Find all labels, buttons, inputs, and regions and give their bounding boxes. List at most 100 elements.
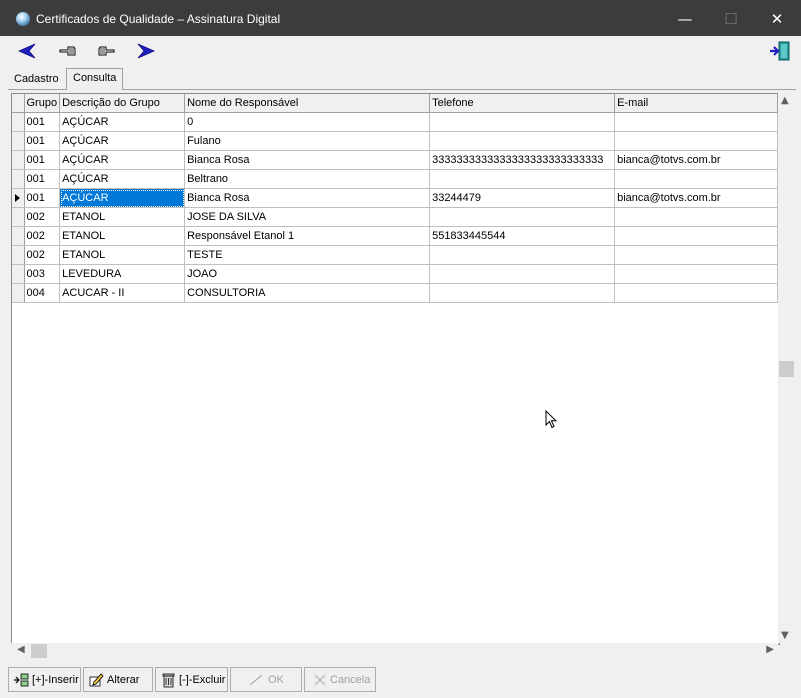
inserir-button[interactable]: [+]-Inserir (8, 667, 81, 692)
column-header-responsavel[interactable]: Nome do Responsável (184, 94, 431, 113)
back-arrow-icon[interactable] (17, 41, 39, 61)
scroll-down-icon[interactable]: ▼ (781, 630, 789, 641)
scroll-up-icon[interactable]: ▲ (781, 95, 789, 106)
tab-cadastro[interactable]: Cadastro (8, 70, 65, 89)
cell-telefone[interactable] (429, 131, 616, 151)
cell-responsavel[interactable]: Fulano (184, 131, 431, 151)
row-indicator[interactable] (12, 264, 25, 284)
cell-grupo[interactable]: 001 (24, 150, 61, 170)
cell-telefone[interactable]: 551833445544 (429, 226, 616, 246)
cell-descricao[interactable]: ETANOL (59, 226, 186, 246)
table-row[interactable]: 001 AÇÚCAR Fulano (12, 131, 779, 151)
tab-consulta[interactable]: Consulta (66, 68, 124, 90)
table-row[interactable]: 004 ACUCAR - II CONSULTORIA (12, 283, 779, 303)
cell-telefone[interactable] (429, 207, 616, 227)
table-row[interactable]: 002 ETANOL Responsável Etanol 1 55183344… (12, 226, 779, 246)
vertical-scrollbar[interactable]: ▲ ▼ (778, 93, 795, 643)
cell-responsavel[interactable]: Beltrano (184, 169, 431, 189)
scroll-right-icon[interactable]: ▶ (766, 644, 774, 655)
alterar-button[interactable]: Alterar (83, 667, 153, 692)
cell-telefone[interactable] (429, 112, 616, 132)
horizontal-scroll-thumb[interactable] (31, 644, 47, 658)
cell-descricao[interactable]: AÇÚCAR (59, 169, 186, 189)
row-indicator[interactable] (12, 150, 25, 170)
cell-responsavel[interactable]: Responsável Etanol 1 (184, 226, 431, 246)
cell-grupo[interactable]: 004 (24, 283, 61, 303)
point-right-hand-icon[interactable] (95, 41, 117, 61)
table-row-selected[interactable]: 001 AÇÚCAR Bianca Rosa 33244479 bianca@t… (12, 188, 779, 208)
cell-grupo[interactable]: 002 (24, 207, 61, 227)
table-row[interactable]: 003 LEVEDURA JOAO (12, 264, 779, 284)
cell-responsavel[interactable]: JOSE DA SILVA (184, 207, 431, 227)
cell-email[interactable] (614, 112, 779, 132)
cell-grupo[interactable]: 003 (24, 264, 61, 284)
cell-descricao[interactable]: AÇÚCAR (59, 131, 186, 151)
cell-descricao[interactable]: ETANOL (59, 245, 186, 265)
cell-descricao[interactable]: ACUCAR - II (59, 283, 186, 303)
cell-descricao[interactable]: ETANOL (59, 207, 186, 227)
cell-responsavel[interactable]: 0 (184, 112, 431, 132)
row-indicator[interactable] (12, 169, 25, 189)
table-row[interactable]: 002 ETANOL JOSE DA SILVA (12, 207, 779, 227)
cell-email[interactable] (614, 207, 779, 227)
cell-descricao-selected[interactable]: AÇÚCAR (59, 188, 186, 208)
column-header-descricao[interactable]: Descrição do Grupo (59, 94, 186, 113)
cell-descricao[interactable]: AÇÚCAR (59, 150, 186, 170)
cell-email[interactable] (614, 283, 779, 303)
table-row[interactable]: 001 AÇÚCAR Beltrano (12, 169, 779, 189)
vertical-scroll-thumb[interactable] (779, 361, 794, 377)
cell-email[interactable]: bianca@totvs.com.br (614, 150, 779, 170)
cell-telefone[interactable] (429, 283, 616, 303)
maximize-button[interactable]: ☐ (708, 6, 754, 32)
cell-email[interactable] (614, 169, 779, 189)
minimize-button[interactable]: — (662, 6, 708, 32)
cell-grupo[interactable]: 002 (24, 245, 61, 265)
cell-grupo[interactable]: 002 (24, 226, 61, 246)
cell-email[interactable] (614, 226, 779, 246)
column-header-grupo[interactable]: Grupo (24, 94, 61, 113)
cell-responsavel[interactable]: Bianca Rosa (184, 188, 431, 208)
cell-grupo[interactable]: 001 (24, 131, 61, 151)
column-header-email[interactable]: E-mail (614, 94, 779, 113)
row-indicator[interactable] (12, 226, 25, 246)
table-row[interactable]: 002 ETANOL TESTE (12, 245, 779, 265)
cell-telefone[interactable] (429, 169, 616, 189)
cell-grupo[interactable]: 001 (24, 188, 61, 208)
cell-telefone[interactable]: 33244479 (429, 188, 616, 208)
cell-telefone[interactable] (429, 245, 616, 265)
forward-arrow-icon[interactable] (134, 41, 156, 61)
cell-telefone[interactable]: 3333333333333333333333333333 (429, 150, 616, 170)
table-row[interactable]: 001 AÇÚCAR Bianca Rosa 33333333333333333… (12, 150, 779, 170)
ok-button[interactable]: OK (230, 667, 302, 692)
row-indicator[interactable] (12, 283, 25, 303)
cell-grupo[interactable]: 001 (24, 112, 61, 132)
cell-grupo[interactable]: 001 (24, 169, 61, 189)
column-header-telefone[interactable]: Telefone (429, 94, 616, 113)
row-indicator[interactable] (12, 207, 25, 227)
row-indicator[interactable] (12, 131, 25, 151)
cell-responsavel[interactable]: JOAO (184, 264, 431, 284)
cancela-button[interactable]: Cancela (304, 667, 376, 692)
window-title: Certificados de Qualidade – Assinatura D… (36, 12, 281, 26)
row-indicator[interactable] (12, 112, 25, 132)
exit-door-icon[interactable] (768, 41, 792, 61)
point-left-hand-icon[interactable] (57, 41, 79, 61)
cell-email[interactable] (614, 264, 779, 284)
cell-email[interactable]: bianca@totvs.com.br (614, 188, 779, 208)
scroll-left-icon[interactable]: ◀ (17, 644, 25, 655)
cell-email[interactable] (614, 131, 779, 151)
cell-responsavel[interactable]: TESTE (184, 245, 431, 265)
cell-responsavel[interactable]: CONSULTORIA (184, 283, 431, 303)
cell-descricao[interactable]: LEVEDURA (59, 264, 186, 284)
horizontal-scrollbar[interactable]: ◀ ▶ (11, 643, 778, 660)
row-indicator[interactable] (12, 245, 25, 265)
cell-telefone[interactable] (429, 264, 616, 284)
cell-email[interactable] (614, 245, 779, 265)
row-indicator-current[interactable] (12, 188, 25, 208)
close-button[interactable]: ✕ (754, 6, 800, 32)
data-grid[interactable]: Grupo Descrição do Grupo Nome do Respons… (11, 93, 780, 645)
cell-descricao[interactable]: AÇÚCAR (59, 112, 186, 132)
excluir-button[interactable]: [-]-Excluir (155, 667, 228, 692)
table-row[interactable]: 001 AÇÚCAR 0 (12, 112, 779, 132)
cell-responsavel[interactable]: Bianca Rosa (184, 150, 431, 170)
